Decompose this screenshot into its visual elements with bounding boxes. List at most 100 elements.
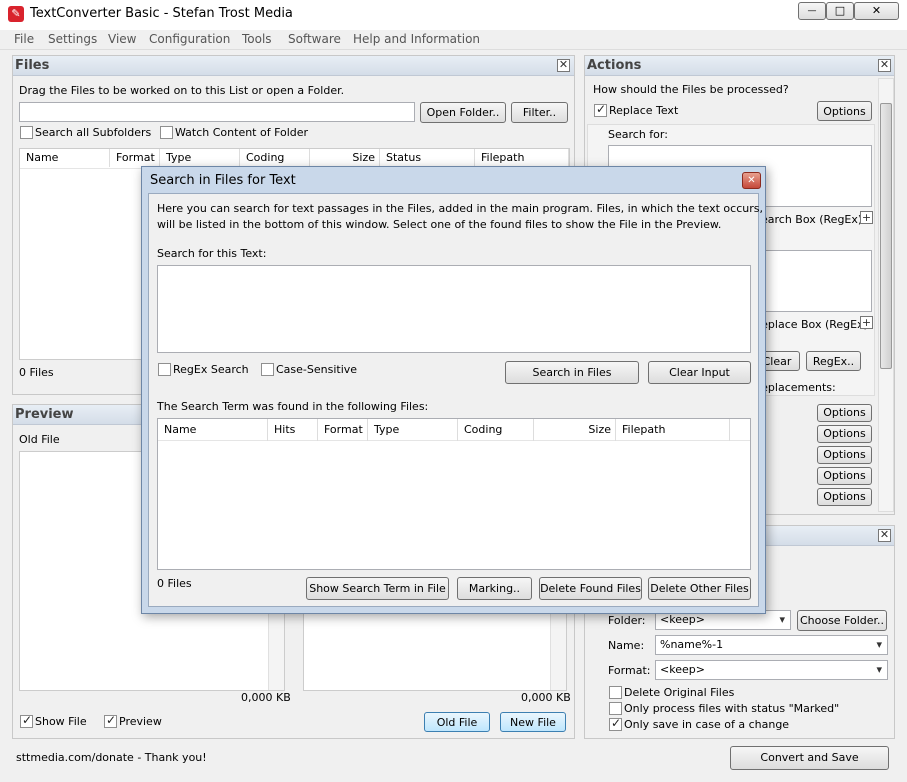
new-file-size: 0,000 KB bbox=[521, 691, 571, 704]
actions-scrollbar-thumb[interactable] bbox=[880, 103, 892, 369]
minimize-button[interactable]: — bbox=[798, 2, 826, 20]
found-col-hits[interactable]: Hits bbox=[268, 419, 318, 441]
col-coding[interactable]: Coding bbox=[240, 149, 310, 167]
found-col-coding[interactable]: Coding bbox=[458, 419, 534, 441]
delete-found-files-button[interactable]: Delete Found Files bbox=[539, 577, 642, 600]
found-files-table[interactable]: Name Hits Format Type Coding Size Filepa… bbox=[157, 418, 751, 570]
search-text-input[interactable] bbox=[157, 265, 751, 353]
choose-folder-button[interactable]: Choose Folder.. bbox=[797, 610, 887, 631]
only-change-checkbox[interactable] bbox=[609, 716, 622, 731]
dialog-intro-line2: will be listed in the bottom of this win… bbox=[157, 218, 722, 231]
menu-tools[interactable]: Tools bbox=[242, 32, 272, 46]
menu-settings[interactable]: Settings bbox=[48, 32, 97, 46]
regex-search-label: RegEx Search bbox=[173, 363, 249, 376]
found-col-format[interactable]: Format bbox=[318, 419, 368, 441]
menu-bar: File Settings View Configuration Tools S… bbox=[0, 30, 907, 50]
col-format[interactable]: Format bbox=[110, 149, 160, 167]
files-count: 0 Files bbox=[19, 366, 54, 379]
options-button-5[interactable]: Options bbox=[817, 488, 872, 506]
regex-search-checkbox[interactable] bbox=[158, 363, 171, 376]
found-col-size[interactable]: Size bbox=[534, 419, 616, 441]
actions-scrollbar[interactable] bbox=[878, 78, 894, 512]
watch-folder-checkbox[interactable] bbox=[160, 126, 173, 139]
delete-other-files-button[interactable]: Delete Other Files bbox=[648, 577, 751, 600]
col-name[interactable]: Name bbox=[20, 149, 110, 167]
replace-box-label: Replace Box (RegEx) bbox=[754, 318, 868, 331]
window-title: TextConverter Basic - Stefan Trost Media bbox=[30, 6, 293, 21]
col-filepath[interactable]: Filepath bbox=[475, 149, 569, 167]
col-type[interactable]: Type bbox=[160, 149, 240, 167]
search-in-files-button[interactable]: Search in Files bbox=[505, 361, 639, 384]
preview-checkbox[interactable] bbox=[104, 713, 117, 728]
folder-path-input[interactable] bbox=[19, 102, 415, 122]
found-col-filepath[interactable]: Filepath bbox=[616, 419, 730, 441]
search-subfolders-checkbox[interactable] bbox=[20, 126, 33, 139]
regex-button[interactable]: RegEx.. bbox=[806, 351, 861, 371]
only-marked-checkbox[interactable] bbox=[609, 702, 622, 715]
found-files-header: Name Hits Format Type Coding Size Filepa… bbox=[158, 419, 750, 441]
options-button-3[interactable]: Options bbox=[817, 446, 872, 464]
files-panel-title: Files bbox=[13, 56, 574, 76]
menu-help[interactable]: Help and Information bbox=[353, 32, 480, 46]
search-box-label: Search Box (RegEx) bbox=[754, 213, 863, 226]
options-button-2[interactable]: Options bbox=[817, 425, 872, 443]
filter-button[interactable]: Filter.. bbox=[511, 102, 568, 123]
clear-input-button[interactable]: Clear Input bbox=[648, 361, 751, 384]
close-save-panel-icon[interactable]: ✕ bbox=[878, 529, 891, 542]
search-text-label: Search for this Text: bbox=[157, 247, 267, 260]
marking-button[interactable]: Marking.. bbox=[457, 577, 532, 600]
files-hint: Drag the Files to be worked on to this L… bbox=[19, 84, 345, 97]
show-file-checkbox[interactable] bbox=[20, 713, 33, 728]
delete-original-checkbox[interactable] bbox=[609, 686, 622, 699]
case-sensitive-checkbox[interactable] bbox=[261, 363, 274, 376]
title-bar: ✎ TextConverter Basic - Stefan Trost Med… bbox=[0, 0, 907, 30]
search-for-label: Search for: bbox=[608, 128, 668, 141]
found-files-label: The Search Term was found in the followi… bbox=[157, 400, 429, 413]
dialog-intro-line1: Here you can search for text passages in… bbox=[157, 202, 763, 215]
actions-panel-title: Actions bbox=[585, 56, 894, 76]
found-col-type[interactable]: Type bbox=[368, 419, 458, 441]
open-folder-button[interactable]: Open Folder.. bbox=[420, 102, 506, 123]
menu-configuration[interactable]: Configuration bbox=[149, 32, 230, 46]
found-col-name[interactable]: Name bbox=[158, 419, 268, 441]
status-text[interactable]: sttmedia.com/donate - Thank you! bbox=[16, 751, 207, 764]
only-marked-label: Only process files with status "Marked" bbox=[624, 702, 840, 715]
format-select[interactable]: <keep> bbox=[655, 660, 888, 680]
dialog-body: Here you can search for text passages in… bbox=[148, 193, 763, 607]
replacements-label: Replacements: bbox=[754, 381, 836, 394]
old-file-button[interactable]: Old File bbox=[424, 712, 490, 732]
options-button-1[interactable]: Options bbox=[817, 404, 872, 422]
convert-and-save-button[interactable]: Convert and Save bbox=[730, 746, 889, 770]
options-button-4[interactable]: Options bbox=[817, 467, 872, 485]
replace-options-button[interactable]: Options bbox=[817, 101, 872, 121]
search-dialog: Search in Files for Text ✕ Here you can … bbox=[141, 166, 766, 614]
new-file-button[interactable]: New File bbox=[500, 712, 566, 732]
close-files-panel-icon[interactable]: ✕ bbox=[557, 59, 570, 72]
col-size[interactable]: Size bbox=[310, 149, 380, 167]
delete-original-label: Delete Original Files bbox=[624, 686, 735, 699]
name-select[interactable]: %name%-1 bbox=[655, 635, 888, 655]
old-file-label: Old File bbox=[19, 433, 60, 446]
dialog-close-button[interactable]: ✕ bbox=[742, 172, 761, 189]
format-label: Format: bbox=[608, 664, 651, 677]
menu-view[interactable]: View bbox=[108, 32, 136, 46]
close-actions-panel-icon[interactable]: ✕ bbox=[878, 59, 891, 72]
found-files-count: 0 Files bbox=[157, 577, 192, 590]
maximize-button[interactable]: □ bbox=[826, 2, 854, 20]
menu-file[interactable]: File bbox=[14, 32, 34, 46]
show-file-label: Show File bbox=[35, 715, 87, 728]
only-change-label: Only save in case of a change bbox=[624, 718, 790, 731]
replace-text-checkbox[interactable] bbox=[594, 102, 607, 117]
close-window-button[interactable]: ✕ bbox=[854, 2, 899, 20]
dialog-title: Search in Files for Text bbox=[150, 173, 296, 188]
col-status[interactable]: Status bbox=[380, 149, 475, 167]
expand-search-icon[interactable]: + bbox=[860, 211, 873, 224]
search-subfolders-label: Search all Subfolders bbox=[35, 126, 152, 139]
app-icon: ✎ bbox=[8, 6, 24, 22]
menu-software[interactable]: Software bbox=[288, 32, 341, 46]
show-search-term-button[interactable]: Show Search Term in File bbox=[306, 577, 449, 600]
case-sensitive-label: Case-Sensitive bbox=[276, 363, 358, 376]
expand-replace-icon[interactable]: + bbox=[860, 316, 873, 329]
old-file-size: 0,000 KB bbox=[241, 691, 291, 704]
folder-label: Folder: bbox=[608, 614, 646, 627]
